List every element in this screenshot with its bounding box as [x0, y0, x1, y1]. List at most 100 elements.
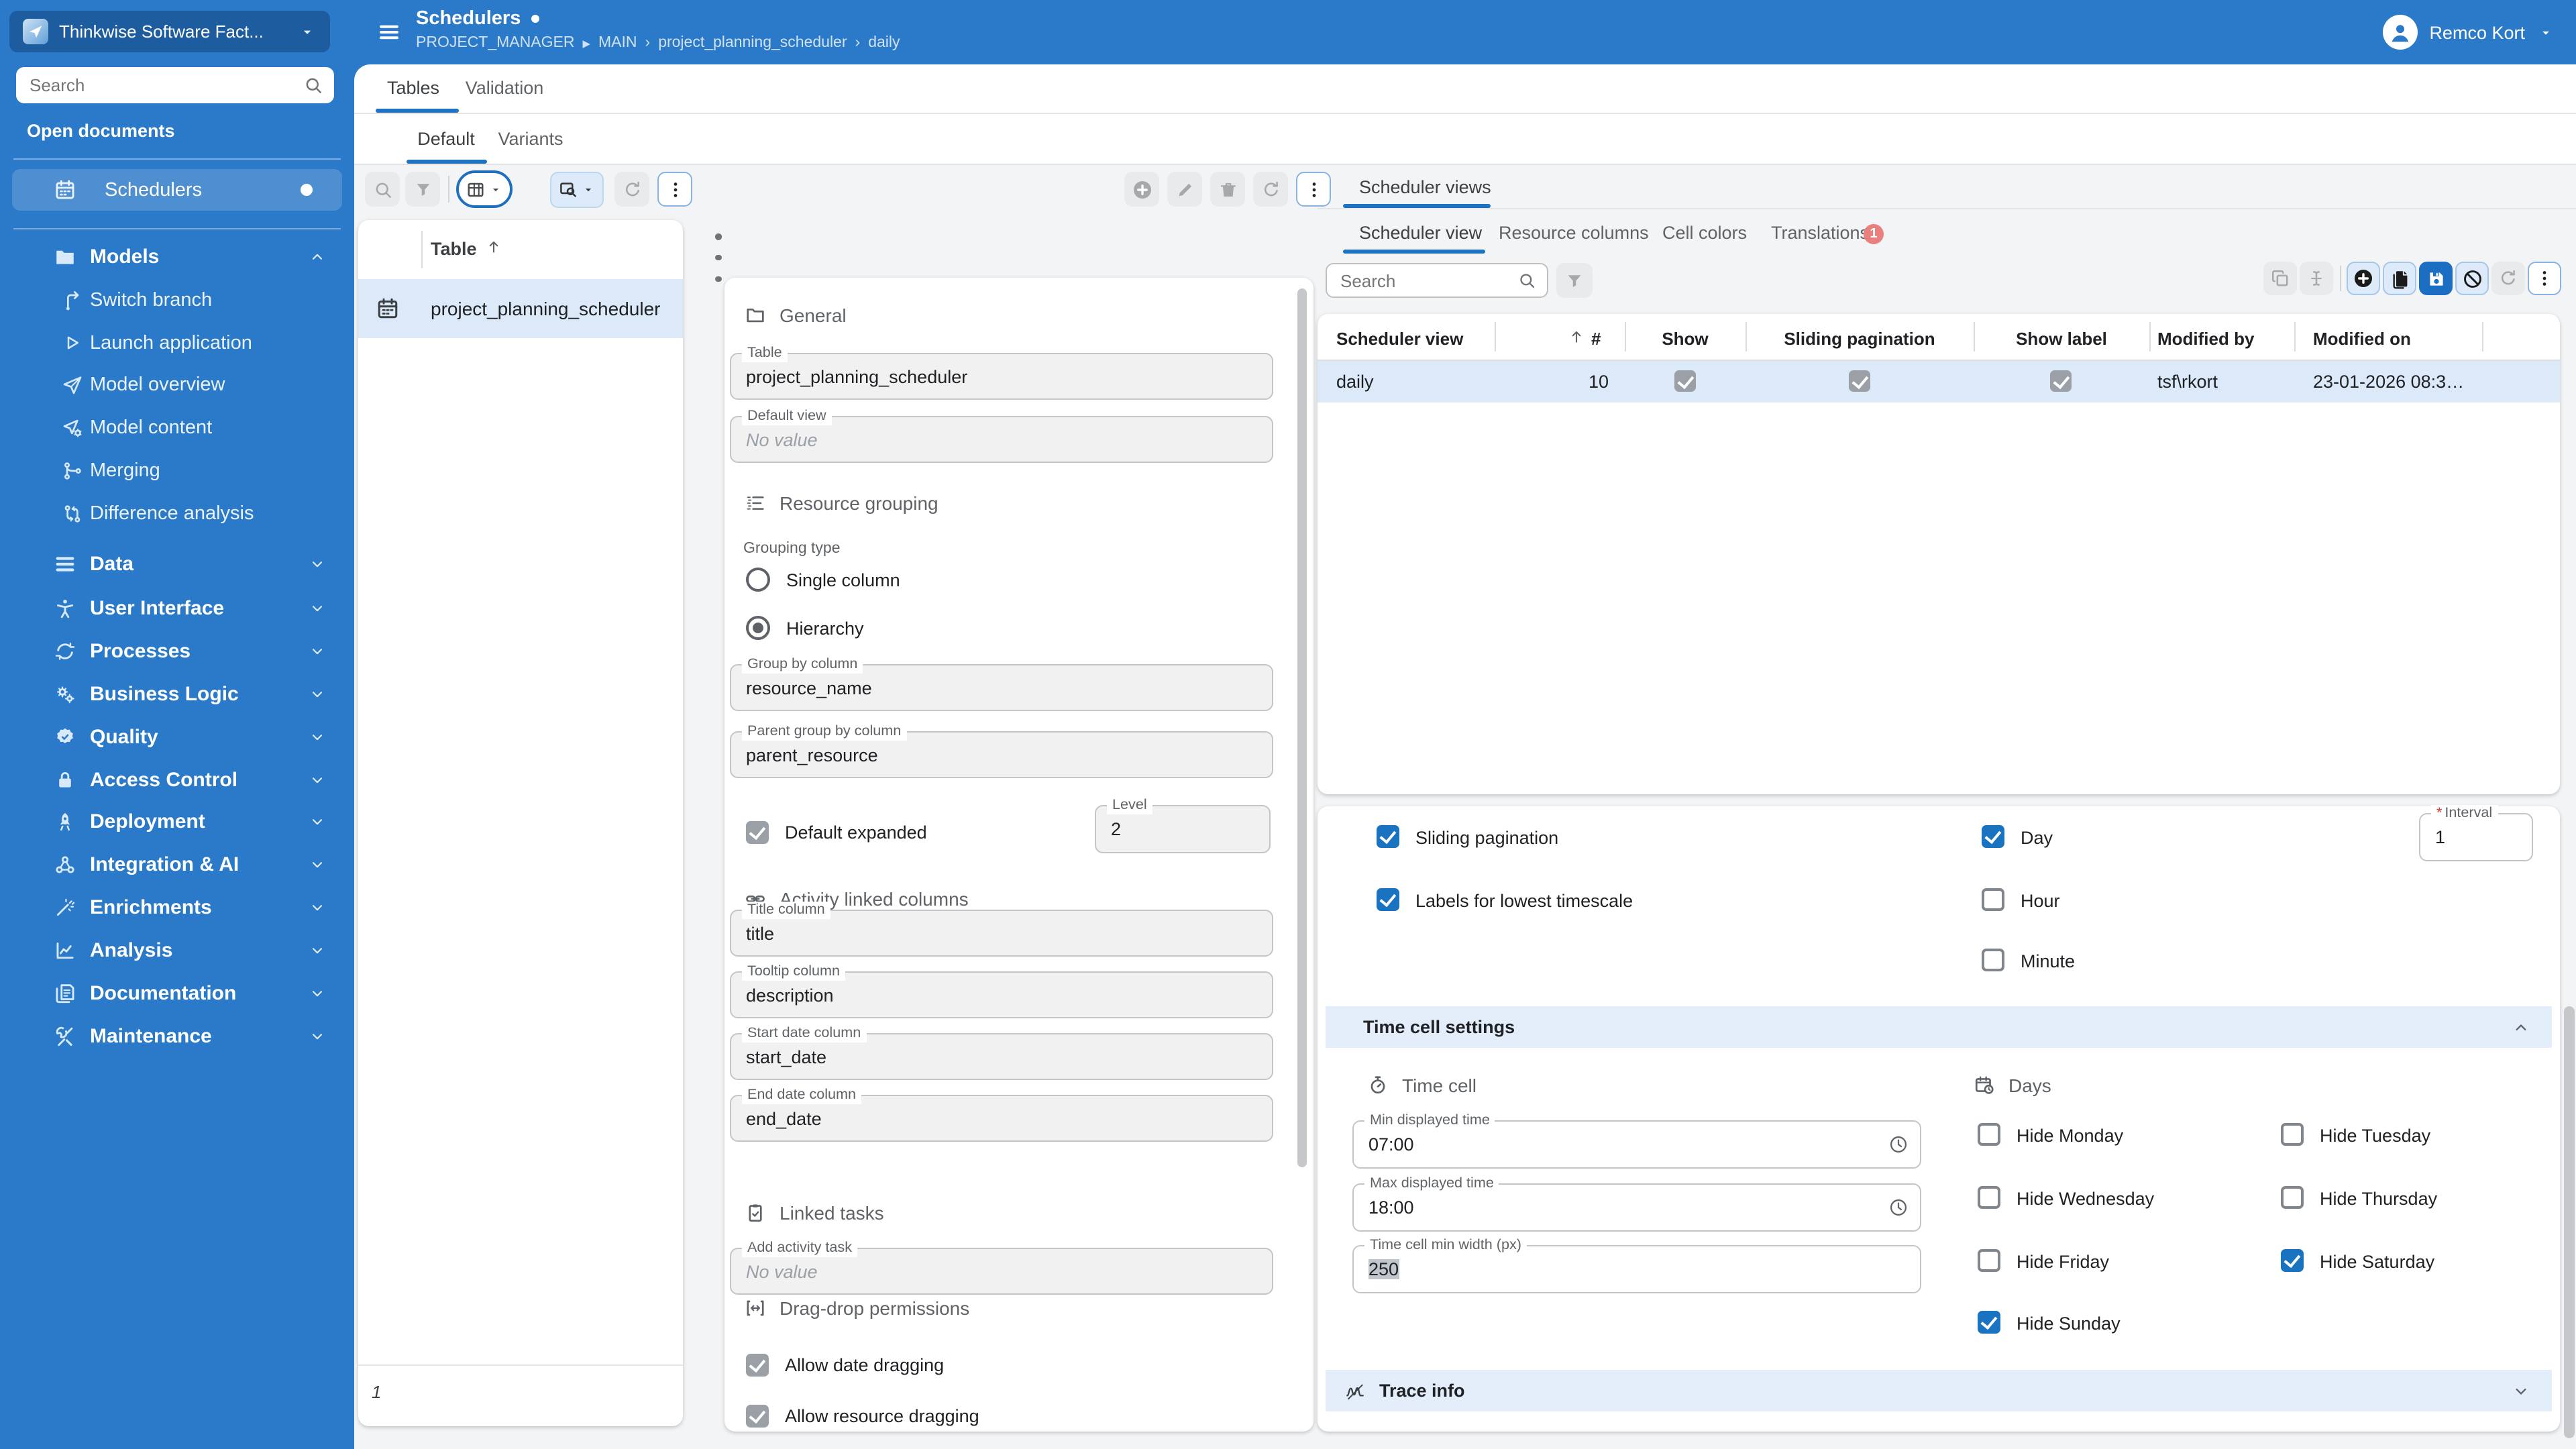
sidebar-item-business-logic[interactable]: Business Logic	[0, 672, 354, 715]
sidebar-item-documentation[interactable]: Documentation	[0, 971, 354, 1014]
grid-column-header[interactable]: Scheduler view	[1336, 329, 1463, 349]
hide-saturday-checkbox[interactable]	[2281, 1249, 2304, 1272]
labels-lowest-timescale-checkbox[interactable]	[1377, 888, 1399, 911]
breadcrumb-item[interactable]: PROJECT_MANAGER	[416, 35, 574, 51]
day-checkbox[interactable]	[1982, 825, 2004, 848]
refresh-button[interactable]	[614, 172, 649, 207]
max-displayed-time-field[interactable]: Max displayed time 18:00	[1352, 1175, 1921, 1232]
subtab-scheduler-view[interactable]: Scheduler view	[1359, 223, 1482, 243]
prefilter-dropdown[interactable]	[550, 172, 604, 208]
hide-tuesday-checkbox[interactable]	[2281, 1123, 2304, 1146]
sidebar-item-schedulers[interactable]: Schedulers	[12, 169, 342, 211]
sidebar-item-integration-ai[interactable]: Integration & AI	[0, 843, 354, 885]
refresh-button[interactable]	[1253, 172, 1288, 207]
tab-default[interactable]: Default	[409, 129, 483, 149]
table-row[interactable]: project_planning_scheduler	[358, 279, 683, 338]
sidebar-item-launch-application[interactable]: Launch application	[0, 322, 354, 364]
view-mode-dropdown[interactable]	[456, 170, 513, 208]
sidebar-item-merging[interactable]: Merging	[0, 449, 354, 491]
breadcrumb-item[interactable]: project_planning_scheduler	[658, 35, 847, 51]
clock-icon[interactable]	[1888, 1197, 1909, 1218]
section-title: Linked tasks	[780, 1202, 884, 1224]
subtab-resource-columns[interactable]: Resource columns	[1499, 223, 1649, 243]
sidebar-item-model-overview[interactable]: Model overview	[0, 364, 354, 405]
sidebar-item-processes[interactable]: Processes	[0, 629, 354, 672]
views-search[interactable]	[1326, 263, 1548, 298]
parent-group-by-column-field: Parent group by column parent_resource	[730, 723, 1273, 778]
tab-scheduler-views[interactable]: Scheduler views	[1359, 177, 1491, 197]
sidebar-item-enrichments[interactable]: Enrichments	[0, 885, 354, 928]
interval-field[interactable]: * Interval 1	[2419, 805, 2533, 861]
time-cell-settings-header[interactable]: Time cell settings	[1326, 1006, 2552, 1048]
filter-button[interactable]	[405, 172, 440, 207]
field-value: 2	[1111, 819, 1122, 839]
subtab-translations[interactable]: Translations	[1771, 223, 1869, 243]
sidebar-item-difference-analysis[interactable]: Difference analysis	[0, 492, 354, 534]
cancel-button[interactable]	[2455, 262, 2489, 295]
sidebar-search[interactable]	[16, 67, 334, 103]
list-column-header[interactable]: Table	[431, 239, 477, 259]
grid-column-header[interactable]: Show	[1625, 329, 1746, 349]
user-menu[interactable]: Remco Kort	[2382, 13, 2555, 51]
sidebar-item-models[interactable]: Models	[0, 236, 354, 278]
form-scrollbar[interactable]	[1297, 288, 1307, 1167]
more-options-button[interactable]	[1296, 172, 1331, 207]
edit-button[interactable]	[1167, 172, 1202, 207]
grid-column-header[interactable]: Modified on	[2313, 329, 2411, 349]
filter-button[interactable]	[1556, 263, 1593, 298]
splitter-handle[interactable]	[712, 233, 724, 282]
grid-column-header[interactable]: Modified by	[2157, 329, 2254, 349]
more-options-button[interactable]	[657, 172, 692, 207]
hide-thursday-checkbox[interactable]	[2281, 1186, 2304, 1209]
sidebar-item-data[interactable]: Data	[0, 542, 354, 585]
time-cell-min-width-field[interactable]: Time cell min width (px) 250	[1352, 1237, 1921, 1293]
add-button[interactable]	[1124, 172, 1159, 207]
trace-info-header[interactable]: Trace info	[1326, 1370, 2552, 1411]
breadcrumb-item[interactable]: MAIN	[598, 35, 637, 51]
tab-validation[interactable]: Validation	[463, 78, 546, 98]
sidebar-item-user-interface[interactable]: User Interface	[0, 586, 354, 629]
sidebar-item-access-control[interactable]: Access Control	[0, 758, 354, 801]
group-by-column-field: Group by column resource_name	[730, 656, 1273, 711]
minute-checkbox[interactable]	[1982, 949, 2004, 971]
sidebar-item-deployment[interactable]: Deployment	[0, 800, 354, 843]
search-icon	[372, 179, 392, 199]
views-search-input[interactable]	[1338, 269, 1517, 292]
sidebar-item-maintenance[interactable]: Maintenance	[0, 1014, 354, 1057]
hide-friday-checkbox[interactable]	[1978, 1249, 2000, 1272]
grid-column-header[interactable]: #	[1591, 329, 1601, 349]
grid-column-header[interactable]: Sliding pagination	[1746, 329, 1974, 349]
level-field: Level 2	[1095, 797, 1271, 853]
sidebar-item-switch-branch[interactable]: Switch branch	[0, 279, 354, 321]
sidebar-item-quality[interactable]: Quality	[0, 715, 354, 758]
sidebar-item-analysis[interactable]: Analysis	[0, 928, 354, 971]
duplicate-button[interactable]	[2383, 262, 2416, 295]
search-button[interactable]	[365, 172, 400, 207]
sidebar: Open documents Schedulers Models Switch …	[0, 64, 354, 1449]
subtab-cell-colors[interactable]: Cell colors	[1662, 223, 1747, 243]
grid-column-header[interactable]: Show label	[1974, 329, 2149, 349]
tab-tables[interactable]: Tables	[377, 78, 449, 98]
delete-button[interactable]	[1210, 172, 1245, 207]
more-options-button[interactable]	[2528, 262, 2561, 295]
clock-icon[interactable]	[1888, 1134, 1909, 1155]
hide-wednesday-checkbox[interactable]	[1978, 1186, 2000, 1209]
min-displayed-time-field[interactable]: Min displayed time 07:00	[1352, 1112, 1921, 1169]
tab-variants[interactable]: Variants	[494, 129, 568, 149]
hide-monday-checkbox[interactable]	[1978, 1123, 2000, 1146]
sidebar-item-model-content[interactable]: Model content	[0, 407, 354, 448]
hide-sunday-checkbox[interactable]	[1978, 1311, 2000, 1334]
workspace-selector[interactable]: Thinkwise Software Fact...	[9, 11, 330, 52]
hamburger-menu-button[interactable]	[374, 20, 404, 44]
breadcrumb-item[interactable]: daily	[868, 35, 900, 51]
add-row-button[interactable]	[2347, 262, 2380, 295]
save-button[interactable]	[2419, 262, 2453, 295]
breadcrumb-separator: ›	[855, 35, 861, 51]
sidebar-search-input[interactable]	[27, 74, 303, 97]
hour-checkbox[interactable]	[1982, 888, 2004, 911]
refresh-button[interactable]	[2491, 262, 2525, 295]
copy-button[interactable]	[2263, 262, 2297, 295]
rename-button[interactable]	[2300, 262, 2333, 295]
sliding-pagination-checkbox[interactable]	[1377, 825, 1399, 848]
panel-scrollbar[interactable]	[2564, 1006, 2575, 1438]
